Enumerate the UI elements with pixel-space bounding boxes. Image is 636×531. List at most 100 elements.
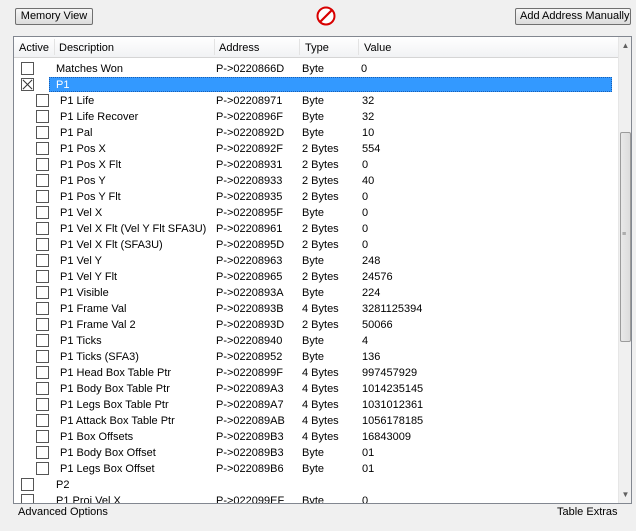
table-row[interactable]: P1 Pal P->0220892D Byte 10 (14, 125, 618, 141)
table-row[interactable]: P1 Life Recover P->0220896F Byte 32 (14, 109, 618, 125)
advanced-options-link[interactable]: Advanced Options (18, 506, 108, 518)
table-row[interactable]: P1 Frame Val P->0220893B 4 Bytes 3281125… (14, 301, 618, 317)
address-cell: P->022089B6 (216, 463, 284, 475)
value-cell: 50066 (362, 319, 393, 331)
table-row-selected[interactable]: P1 (14, 77, 618, 93)
column-value[interactable]: Value (364, 37, 391, 57)
active-checkbox[interactable] (36, 158, 49, 171)
table-row[interactable]: P1 Pos X Flt P->02208931 2 Bytes 0 (14, 157, 618, 173)
description-cell: P1 Frame Val 2 (60, 319, 136, 331)
active-checkbox[interactable] (36, 190, 49, 203)
value-cell: 16843009 (362, 431, 411, 443)
table-row[interactable]: P1 Vel X P->0220895F Byte 0 (14, 205, 618, 221)
table-row[interactable]: P1 Attack Box Table Ptr P->022089AB 4 By… (14, 413, 618, 429)
active-checkbox[interactable] (36, 206, 49, 219)
address-cell: P->0220892D (216, 127, 285, 139)
table-row[interactable]: Matches Won P->0220866D Byte 0 (14, 61, 618, 77)
description-cell: P1 Pos X Flt (60, 159, 122, 171)
active-checkbox[interactable] (36, 270, 49, 283)
table-row[interactable]: P1 Ticks P->02208940 Byte 4 (14, 333, 618, 349)
column-description[interactable]: Description (59, 37, 114, 57)
splitter-grip[interactable] (310, 31, 330, 40)
address-cell: P->0220899F (216, 367, 283, 379)
table-row[interactable]: P1 Vel X Flt (Vel Y Flt SFA3U) P->022089… (14, 221, 618, 237)
type-cell: Byte (302, 255, 325, 267)
active-checkbox[interactable] (36, 334, 49, 347)
address-cell: P->0220866D (216, 63, 285, 75)
left-edge (0, 36, 13, 504)
table-row[interactable]: P2 (14, 477, 618, 493)
active-checkbox[interactable] (36, 222, 49, 235)
active-checkbox[interactable] (21, 478, 34, 491)
active-checkbox[interactable] (36, 350, 49, 363)
address-cell: P->02208971 (216, 95, 283, 107)
active-checkbox[interactable] (36, 366, 49, 379)
table-row[interactable]: P1 Pos X P->0220892F 2 Bytes 554 (14, 141, 618, 157)
address-list[interactable]: Active Description Address Type Value Ma… (13, 36, 632, 504)
type-cell: 4 Bytes (302, 415, 339, 427)
address-cell: P->02208961 (216, 223, 283, 235)
group-checkbox[interactable] (21, 78, 34, 91)
table-row[interactable]: P1 Legs Box Table Ptr P->022089A7 4 Byte… (14, 397, 618, 413)
description-cell: Matches Won (56, 63, 124, 75)
address-cell: P->02208963 (216, 255, 283, 267)
active-checkbox[interactable] (36, 142, 49, 155)
description-cell: P2 (56, 479, 70, 491)
active-checkbox[interactable] (36, 110, 49, 123)
table-row[interactable]: P1 Ticks (SFA3) P->02208952 Byte 136 (14, 349, 618, 365)
table-row[interactable]: P1 Legs Box Offset P->022089B6 Byte 01 (14, 461, 618, 477)
description-cell: P1 Proj Vel X (56, 495, 121, 504)
table-row[interactable]: P1 Proj Vel X P->022099EF Byte 0 (14, 493, 618, 504)
active-checkbox[interactable] (36, 382, 49, 395)
active-checkbox[interactable] (21, 62, 34, 75)
column-active[interactable]: Active (19, 37, 49, 57)
description-cell: P1 Attack Box Table Ptr (60, 415, 175, 427)
address-cell: P->022089A7 (216, 399, 284, 411)
active-checkbox[interactable] (36, 446, 49, 459)
memory-view-button[interactable]: Memory View (15, 8, 93, 25)
type-cell: 2 Bytes (302, 175, 339, 187)
table-row[interactable]: P1 Head Box Table Ptr P->0220899F 4 Byte… (14, 365, 618, 381)
scroll-down-icon[interactable]: ▼ (619, 486, 631, 503)
stop-icon[interactable] (316, 6, 336, 26)
active-checkbox[interactable] (36, 238, 49, 251)
type-cell: 4 Bytes (302, 399, 339, 411)
active-checkbox[interactable] (21, 494, 34, 503)
table-row[interactable]: P1 Pos Y Flt P->02208935 2 Bytes 0 (14, 189, 618, 205)
active-checkbox[interactable] (36, 94, 49, 107)
active-checkbox[interactable] (36, 254, 49, 267)
table-row[interactable]: P1 Body Box Offset P->022089B3 Byte 01 (14, 445, 618, 461)
table-row[interactable]: P1 Frame Val 2 P->0220893D 2 Bytes 50066 (14, 317, 618, 333)
table-row[interactable]: P1 Vel Y P->02208963 Byte 248 (14, 253, 618, 269)
scroll-up-icon[interactable]: ▲ (619, 37, 631, 54)
table-row[interactable]: P1 Box Offsets P->022089B3 4 Bytes 16843… (14, 429, 618, 445)
active-checkbox[interactable] (36, 302, 49, 315)
table-row[interactable]: P1 Vel X Flt (SFA3U) P->0220895D 2 Bytes… (14, 237, 618, 253)
table-row[interactable]: P1 Visible P->0220893A Byte 224 (14, 285, 618, 301)
active-checkbox[interactable] (36, 462, 49, 475)
table-row[interactable]: P1 Vel Y Flt P->02208965 2 Bytes 24576 (14, 269, 618, 285)
table-row[interactable]: P1 Body Box Table Ptr P->022089A3 4 Byte… (14, 381, 618, 397)
active-checkbox[interactable] (36, 318, 49, 331)
table-extras-link[interactable]: Table Extras (557, 506, 618, 518)
vertical-scrollbar[interactable]: ▲ ≡ ▼ (618, 37, 631, 503)
active-checkbox[interactable] (36, 174, 49, 187)
address-cell: P->0220892F (216, 143, 283, 155)
description-cell: P1 Ticks (60, 335, 102, 347)
active-checkbox[interactable] (36, 286, 49, 299)
active-checkbox[interactable] (36, 126, 49, 139)
active-checkbox[interactable] (36, 414, 49, 427)
table-row[interactable]: P1 Life P->02208971 Byte 32 (14, 93, 618, 109)
type-cell: Byte (302, 111, 325, 123)
active-checkbox[interactable] (36, 430, 49, 443)
value-cell: 32 (362, 95, 375, 107)
value-cell: 1056178185 (362, 415, 424, 427)
description-cell: P1 Head Box Table Ptr (60, 367, 172, 379)
active-checkbox[interactable] (36, 398, 49, 411)
table-row[interactable]: P1 Pos Y P->02208933 2 Bytes 40 (14, 173, 618, 189)
address-cell: P->0220895D (216, 239, 285, 251)
description-cell: P1 Body Box Table Ptr (60, 383, 170, 395)
add-address-manually-button[interactable]: Add Address Manually (515, 8, 631, 25)
column-type[interactable]: Type (305, 37, 329, 57)
column-address[interactable]: Address (219, 37, 259, 57)
